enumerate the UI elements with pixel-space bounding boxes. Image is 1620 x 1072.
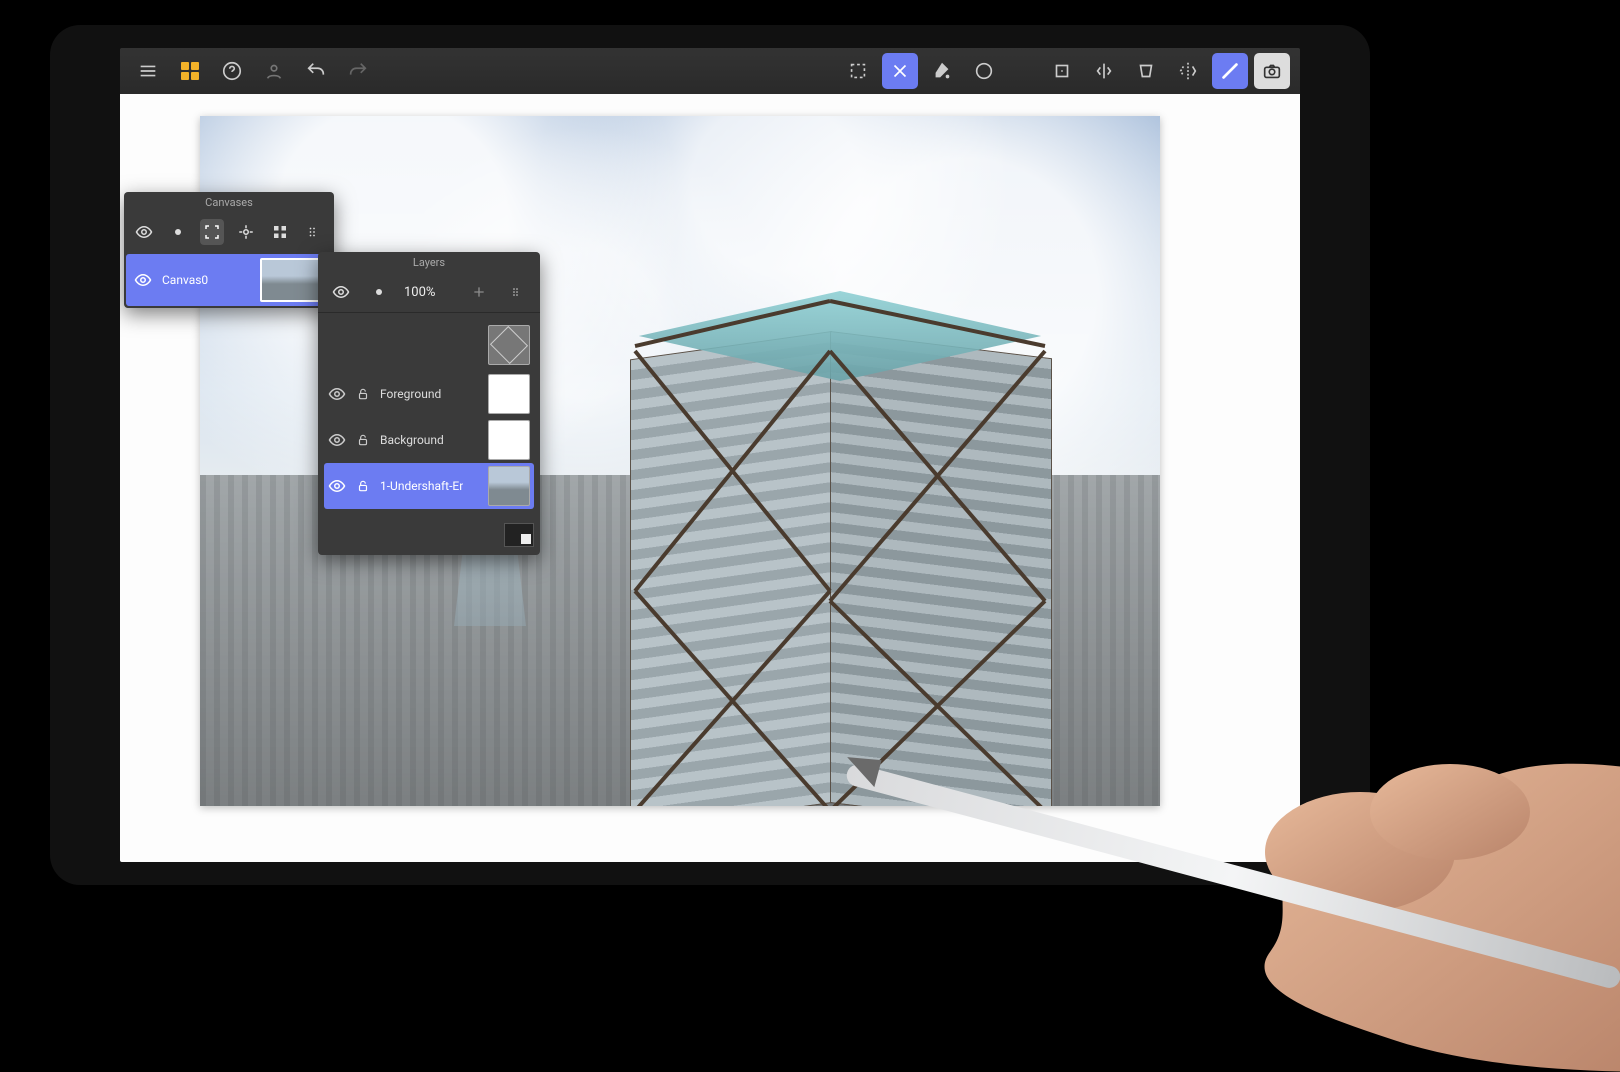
layer-visibility-all-icon[interactable] (328, 279, 354, 305)
eye-icon[interactable] (328, 477, 346, 495)
isolate-icon[interactable] (166, 219, 190, 245)
user-icon[interactable] (256, 53, 292, 89)
fill-tool-icon[interactable] (924, 53, 960, 89)
top-toolbar (120, 48, 1300, 94)
eraser-tool-icon[interactable] (882, 53, 918, 89)
layers-options-icon[interactable] (504, 279, 530, 305)
layer-row[interactable]: Background (324, 417, 534, 463)
unlock-icon[interactable] (356, 479, 370, 493)
app-screen: Canvases Canvas0 Layers (120, 48, 1300, 862)
layer-mask-thumbnail[interactable] (488, 325, 530, 365)
layers-footer (318, 519, 540, 555)
mask-toggle-icon[interactable] (504, 523, 534, 547)
layer-thumbnail (488, 466, 530, 506)
symmetry-tool-icon[interactable] (1170, 53, 1206, 89)
eye-icon[interactable] (328, 385, 346, 403)
layers-panel-header: 100% (318, 272, 540, 313)
perspective-tool-icon[interactable] (1128, 53, 1164, 89)
selection-tool-icon[interactable] (840, 53, 876, 89)
layers-panel-title: Layers (318, 252, 540, 272)
eye-icon[interactable] (328, 431, 346, 449)
layer-thumbnail (488, 420, 530, 460)
unlock-icon[interactable] (356, 433, 370, 447)
add-layer-icon[interactable] (466, 279, 492, 305)
layer-opacity-value[interactable]: 100% (404, 285, 435, 300)
layer-thumbnail (488, 374, 530, 414)
skyscraper-illustration (630, 291, 1050, 806)
panel-options-icon[interactable] (302, 219, 326, 245)
canvases-panel-toolbar (124, 212, 334, 252)
layer-row[interactable]: Foreground (324, 371, 534, 417)
layer-label: 1-Undershaft-Er (380, 479, 463, 493)
unlock-icon[interactable] (356, 387, 370, 401)
canvases-panel-title: Canvases (124, 192, 334, 212)
camera-icon[interactable] (1254, 53, 1290, 89)
help-icon[interactable] (214, 53, 250, 89)
undo-icon[interactable] (298, 53, 334, 89)
canvas-item[interactable]: Canvas0 (126, 254, 332, 306)
work-area[interactable]: Canvases Canvas0 Layers (120, 94, 1300, 862)
layer-isolate-icon[interactable] (366, 279, 392, 305)
redo-icon[interactable] (340, 53, 376, 89)
grid-view-icon[interactable] (268, 219, 292, 245)
layer-label: Background (380, 433, 444, 447)
shape-tool-icon[interactable] (966, 53, 1002, 89)
hamburger-menu-icon[interactable] (130, 53, 166, 89)
canvas-item-label: Canvas0 (162, 273, 208, 287)
visibility-toggle-icon[interactable] (132, 219, 156, 245)
layer-mask-row[interactable] (324, 319, 534, 371)
layers-list: Foreground Background 1-Undershaft-Er (318, 313, 540, 519)
guide-tool-icon[interactable] (1044, 53, 1080, 89)
canvases-grid-icon[interactable] (172, 53, 208, 89)
target-icon[interactable] (234, 219, 258, 245)
layer-label: Foreground (380, 387, 441, 401)
eye-icon[interactable] (134, 271, 152, 289)
tablet-device: Canvases Canvas0 Layers (50, 25, 1370, 885)
brush-tool-icon[interactable] (1212, 53, 1248, 89)
mirror-tool-icon[interactable] (1086, 53, 1122, 89)
canvases-panel[interactable]: Canvases Canvas0 (124, 192, 334, 308)
canvas-thumbnail (260, 258, 324, 302)
layer-row-selected[interactable]: 1-Undershaft-Er (324, 463, 534, 509)
layers-panel[interactable]: Layers 100% Foreground (318, 252, 540, 555)
focus-icon[interactable] (200, 219, 224, 245)
